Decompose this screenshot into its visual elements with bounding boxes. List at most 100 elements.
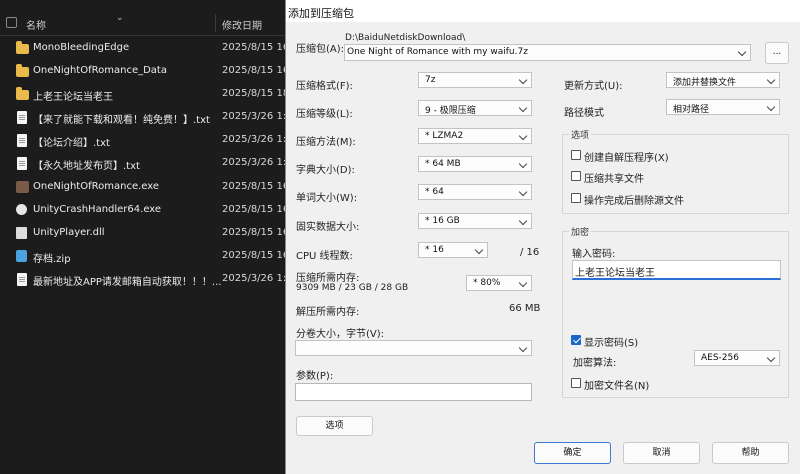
show-password-label[interactable]: 显示密码(S) — [584, 334, 638, 349]
cpu-threads-combo[interactable]: * 16 — [418, 242, 488, 258]
chevron-down-icon[interactable] — [738, 48, 747, 57]
file-name: 最新地址及APP请发邮箱自动获取！！！... — [33, 276, 222, 288]
file-row[interactable]: UnityPlayer.dll 2025/8/15 16:0 — [0, 222, 299, 245]
chevron-down-icon[interactable] — [767, 103, 776, 112]
archive-name-value: One Night of Romance with my waifu.7z — [347, 47, 528, 57]
path-mode-combo[interactable]: 相对路径 — [666, 99, 780, 115]
dictionary-combo[interactable]: * 64 MB — [418, 156, 532, 172]
compression-memory-value: 9309 MB / 23 GB / 28 GB — [296, 283, 409, 293]
create-sfx-checkbox[interactable] — [571, 150, 581, 160]
format-combo[interactable]: 7z — [418, 72, 532, 88]
file-name: 【论坛介绍】.txt — [33, 138, 110, 150]
archive-name-combo[interactable]: One Night of Romance with my waifu.7z — [344, 44, 751, 61]
cancel-button[interactable]: 取消 — [623, 442, 700, 464]
sort-chevron-icon[interactable]: ⌄ — [116, 13, 124, 23]
date-column-header[interactable]: 修改日期 — [222, 17, 262, 32]
chevron-down-icon[interactable] — [519, 160, 528, 169]
memory-percent-combo[interactable]: * 80% — [466, 275, 532, 291]
level-value: 9 - 极限压缩 — [425, 106, 476, 116]
chevron-down-icon[interactable] — [519, 188, 528, 197]
decompression-memory-value: 66 MB — [509, 303, 541, 314]
encrypt-filenames-checkbox[interactable] — [571, 378, 581, 388]
dictionary-label: 字典大小(D): — [296, 165, 355, 176]
method-combo[interactable]: * LZMA2 — [418, 128, 532, 144]
file-row[interactable]: 存档.zip 2025/8/15 16:0 — [0, 245, 299, 268]
chevron-down-icon[interactable] — [519, 132, 528, 141]
file-date: 2025/3/26 1:0 — [222, 157, 293, 169]
select-all-checkbox[interactable] — [6, 17, 17, 28]
file-row[interactable]: 【来了就能下载和观看！纯免费！】.txt 2025/3/26 1:0 — [0, 106, 293, 129]
cpu-threads-max: / 16 — [520, 247, 540, 258]
memory-percent-value: * 80% — [473, 278, 501, 288]
path-mode-label: 路径模式 — [564, 108, 604, 119]
password-input[interactable]: 上老王论坛当老王 — [572, 260, 781, 280]
file-row[interactable]: OneNightOfRomance.exe 2025/8/15 16:0 — [0, 176, 299, 199]
compress-shared-checkbox[interactable] — [571, 171, 581, 181]
method-label: 压缩方法(M): — [296, 137, 356, 148]
app-icon — [16, 180, 29, 193]
file-date: 2025/3/26 1:0 — [222, 111, 293, 123]
text-file-icon — [17, 134, 27, 148]
file-name: 存档.zip — [33, 253, 71, 265]
options-button[interactable]: 选项 — [296, 416, 373, 436]
word-size-value: * 64 — [425, 187, 444, 197]
split-size-combo[interactable] — [295, 340, 532, 356]
help-button[interactable]: 帮助 — [712, 442, 789, 464]
split-size-label: 分卷大小，字节(V): — [296, 329, 385, 340]
format-label: 压缩格式(F): — [296, 81, 353, 92]
file-row[interactable]: OneNightOfRomance_Data 2025/8/15 16:0 — [0, 60, 299, 83]
chevron-down-icon[interactable] — [519, 104, 528, 113]
path-mode-value: 相对路径 — [673, 105, 710, 115]
dialog-titlebar[interactable]: 添加到压缩包 — [286, 0, 800, 22]
parameters-label: 参数(P): — [296, 371, 334, 382]
file-row[interactable]: 【永久地址发布页】.txt 2025/3/26 1:0 — [0, 152, 293, 175]
file-name: OneNightOfRomance_Data — [33, 65, 167, 77]
create-sfx-label[interactable]: 创建自解压程序(X) — [584, 149, 669, 164]
dictionary-value: * 64 MB — [425, 159, 461, 169]
file-date: 2025/3/26 1:0 — [222, 272, 293, 284]
encrypt-filenames-label[interactable]: 加密文件名(N) — [584, 377, 649, 392]
folder-icon — [16, 64, 29, 78]
level-combo[interactable]: 9 - 极限压缩 — [418, 100, 532, 116]
file-row[interactable]: UnityCrashHandler64.exe 2025/8/15 16:0 — [0, 199, 299, 222]
delete-after-checkbox[interactable] — [571, 193, 581, 203]
file-row[interactable]: 上老王论坛当老王 2025/8/15 18:0 — [0, 83, 299, 106]
password-value: 上老王论坛当老王 — [575, 268, 655, 279]
file-name: MonoBleedingEdge — [33, 42, 130, 53]
file-row[interactable]: MonoBleedingEdge 2025/8/15 16:0 — [0, 37, 299, 60]
method-value: * LZMA2 — [425, 131, 464, 141]
encryption-method-combo[interactable]: AES-256 — [694, 350, 780, 366]
file-row[interactable]: 最新地址及APP请发邮箱自动获取！！！... 2025/3/26 1:0 — [0, 268, 293, 291]
browse-button[interactable]: ... — [765, 42, 789, 64]
chevron-down-icon[interactable] — [519, 217, 528, 226]
chevron-down-icon[interactable] — [475, 246, 484, 255]
compress-shared-label[interactable]: 压缩共享文件 — [584, 170, 644, 185]
word-size-combo[interactable]: * 64 — [418, 184, 532, 200]
folder-icon — [16, 87, 29, 101]
encryption-group-title: 加密 — [569, 225, 592, 238]
update-mode-combo[interactable]: 添加并替换文件 — [666, 72, 780, 88]
chevron-down-icon[interactable] — [767, 76, 776, 85]
file-name: UnityCrashHandler64.exe — [33, 203, 162, 215]
ok-button[interactable]: 确定 — [534, 442, 611, 464]
level-label: 压缩等级(L): — [296, 109, 353, 120]
chevron-down-icon[interactable] — [519, 279, 528, 288]
solid-size-label: 固实数据大小: — [296, 222, 360, 233]
chevron-down-icon[interactable] — [767, 354, 776, 363]
cpu-threads-value: * 16 — [425, 245, 444, 255]
solid-size-combo[interactable]: * 16 GB — [418, 213, 532, 229]
parameters-input[interactable] — [295, 383, 532, 401]
chevron-down-icon[interactable] — [519, 76, 528, 85]
name-column-header[interactable]: 名称 — [26, 17, 46, 32]
text-file-icon — [17, 111, 27, 125]
delete-after-label[interactable]: 操作完成后删除源文件 — [584, 192, 684, 207]
file-row[interactable]: 【论坛介绍】.txt 2025/3/26 1:0 — [0, 129, 293, 152]
column-separator[interactable] — [215, 14, 216, 32]
zip-icon — [16, 249, 27, 262]
options-group-title: 选项 — [569, 128, 592, 141]
word-size-label: 单词大小(W): — [296, 193, 358, 204]
file-name: 【永久地址发布页】.txt — [33, 161, 140, 173]
format-value: 7z — [425, 75, 436, 85]
show-password-checkbox[interactable] — [571, 335, 581, 345]
chevron-down-icon[interactable] — [519, 344, 528, 353]
